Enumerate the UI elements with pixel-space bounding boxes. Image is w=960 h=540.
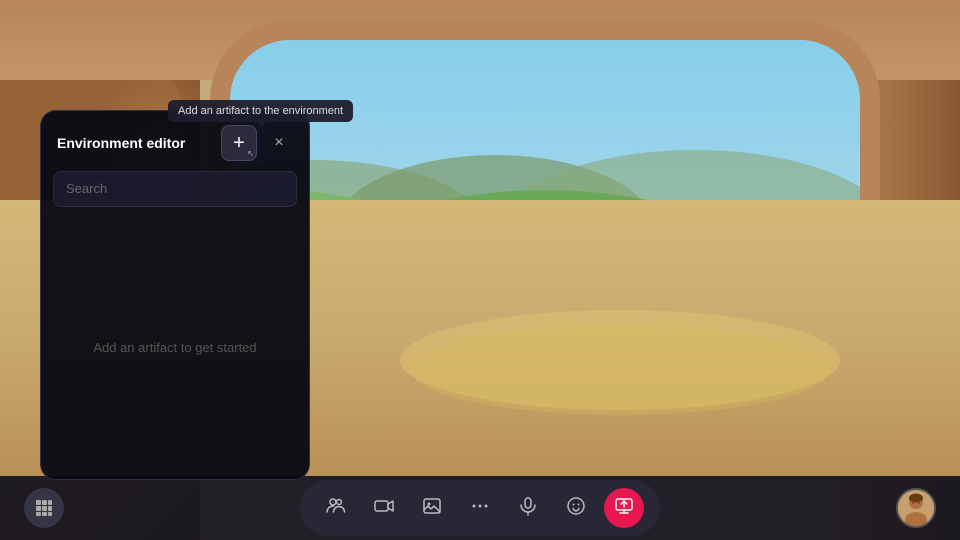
panel-title: Environment editor xyxy=(57,135,185,151)
panel-empty-state: Add an artifact to get started xyxy=(41,217,309,477)
people-button[interactable] xyxy=(316,488,356,528)
camera-icon xyxy=(374,496,394,521)
panel-search-container xyxy=(53,171,297,207)
more-dots-icon xyxy=(470,496,490,521)
add-artifact-button[interactable]: + ↖ xyxy=(221,125,257,161)
panel-header-actions: + ↖ × xyxy=(221,125,293,161)
empty-state-message: Add an artifact to get started xyxy=(93,340,256,355)
search-input[interactable] xyxy=(66,181,284,196)
gallery-icon xyxy=(422,496,442,521)
emoji-button[interactable] xyxy=(556,488,596,528)
cursor-indicator: ↖ xyxy=(247,149,254,158)
more-button[interactable] xyxy=(460,488,500,528)
avatar-thumbnail xyxy=(898,490,934,526)
toolbar-left xyxy=(24,488,64,528)
people-icon xyxy=(326,496,346,521)
grid-icon xyxy=(35,499,53,517)
screen-share-icon xyxy=(614,496,634,521)
screen-share-button[interactable] xyxy=(604,488,644,528)
apps-grid-button[interactable] xyxy=(24,488,64,528)
plus-icon: + xyxy=(233,133,245,153)
mic-button[interactable] xyxy=(508,488,548,528)
toolbar xyxy=(0,476,960,540)
toolbar-right xyxy=(896,488,936,528)
close-panel-button[interactable]: × xyxy=(265,129,293,157)
camera-button[interactable] xyxy=(364,488,404,528)
toolbar-center xyxy=(300,480,660,536)
environment-editor-panel: Environment editor + ↖ × Add an artifact… xyxy=(40,110,310,480)
gallery-button[interactable] xyxy=(412,488,452,528)
mic-icon xyxy=(518,496,538,521)
close-icon: × xyxy=(274,134,283,152)
emoji-icon xyxy=(566,496,586,521)
user-avatar-button[interactable] xyxy=(896,488,936,528)
panel-header: Environment editor + ↖ × xyxy=(41,111,309,171)
